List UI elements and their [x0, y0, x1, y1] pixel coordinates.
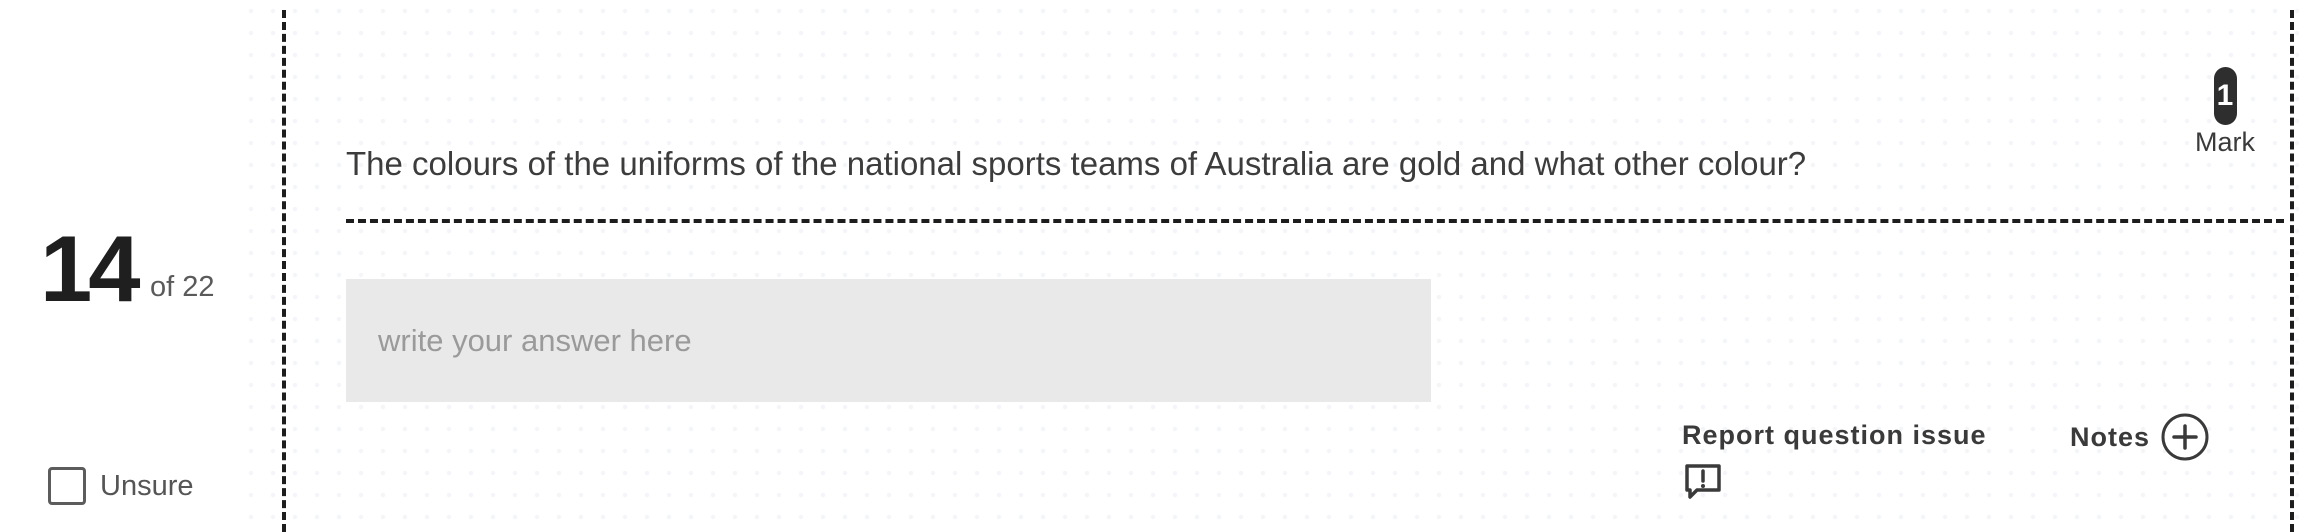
exam-question-screen: 14 of 22 Unsure The colours of the unifo…: [0, 0, 2306, 532]
notes-label: Notes: [2070, 421, 2151, 452]
panel-right-border: [2290, 10, 2294, 532]
notes-button[interactable]: Notes: [2070, 412, 2210, 462]
question-number-rail: 14 of 22 Unsure: [0, 0, 240, 532]
report-issue-icon[interactable]: [1682, 461, 1724, 503]
checkbox-square-icon[interactable]: [48, 467, 86, 505]
answer-input[interactable]: [346, 279, 1431, 402]
mark-count-badge: 1: [2213, 67, 2237, 125]
mark-indicator: 1 Mark: [2175, 67, 2275, 158]
question-panel: The colours of the uniforms of the natio…: [240, 0, 2306, 532]
unsure-checkbox[interactable]: Unsure: [48, 467, 194, 505]
plus-circle-icon[interactable]: [2160, 412, 2210, 462]
question-text: The colours of the uniforms of the natio…: [346, 145, 1807, 182]
question-total: of 22: [150, 271, 215, 303]
panel-left-border: [282, 10, 286, 532]
mark-label: Mark: [2195, 127, 2255, 157]
question-divider: [346, 219, 2284, 223]
report-question-issue-button[interactable]: Report question issue: [1682, 420, 1987, 503]
question-number: 14: [40, 216, 141, 321]
unsure-label: Unsure: [100, 469, 194, 502]
report-question-issue-label: Report question issue: [1682, 420, 1987, 450]
